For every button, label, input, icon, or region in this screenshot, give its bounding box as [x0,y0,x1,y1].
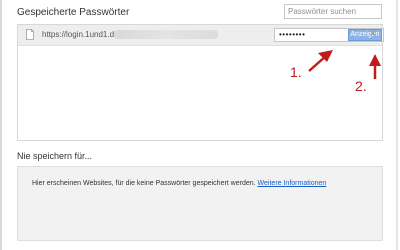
blurred-username [114,30,218,39]
never-saved-list: Hier erscheinen Websites, für die keine … [17,166,383,241]
entry-url: https://login.1und1.de/ [42,30,121,39]
password-search-input[interactable]: Passwörter suchen [284,4,382,19]
password-mask: •••••••• [279,30,306,39]
never-saved-info: Hier erscheinen Websites, für die keine … [32,180,326,187]
more-info-link[interactable]: Weitere Informationen [258,180,327,187]
left-window-border [0,0,2,250]
saved-passwords-heading: Gespeicherte Passwörter [17,7,130,18]
right-window-border [396,0,398,250]
annotation-label-2: 2. [355,78,367,94]
close-icon[interactable]: × [368,28,378,40]
annotation-label-1: 1. [290,64,302,80]
never-saved-heading: Nie speichern für... [17,151,93,161]
never-saved-info-text: Hier erscheinen Websites, für die keine … [32,180,256,187]
saved-passwords-list: https://login.1und1.de/ •••••••• Anzeige… [17,24,384,141]
password-entry-row[interactable]: https://login.1und1.de/ •••••••• Anzeige… [18,25,384,46]
document-icon [26,29,34,40]
